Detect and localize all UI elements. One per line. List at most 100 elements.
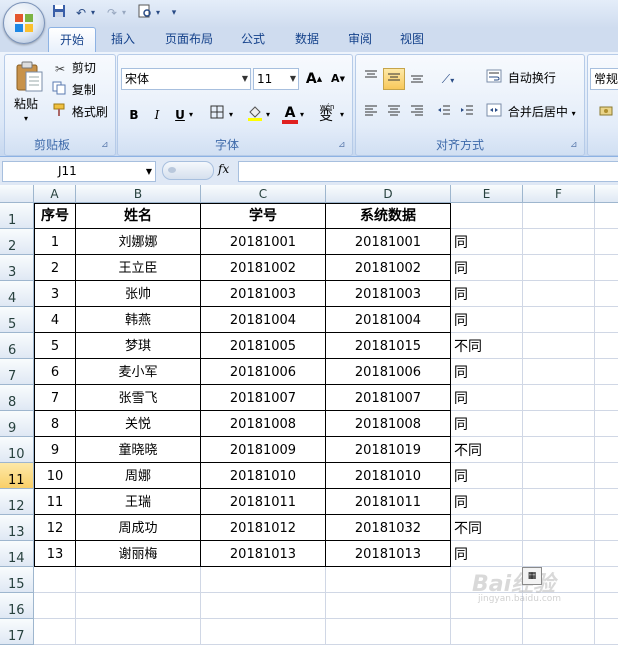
result-cell[interactable]: 同: [451, 281, 523, 307]
result-cell[interactable]: 同: [451, 541, 523, 567]
font-color-button[interactable]: A: [279, 102, 301, 124]
column-header-g[interactable]: [595, 185, 618, 203]
row-header-10[interactable]: 10: [0, 437, 34, 463]
italic-button[interactable]: I: [146, 104, 168, 126]
header-cell[interactable]: 系统数据: [326, 203, 451, 229]
office-button[interactable]: [3, 2, 45, 44]
table-cell[interactable]: 童晓晓: [76, 437, 201, 463]
table-cell[interactable]: 王立臣: [76, 255, 201, 281]
column-header-e[interactable]: E: [451, 185, 523, 203]
select-all-corner[interactable]: [0, 185, 34, 203]
row-header-7[interactable]: 7: [0, 359, 34, 385]
table-cell[interactable]: 刘娜娜: [76, 229, 201, 255]
table-cell[interactable]: 20181006: [201, 359, 326, 385]
cut-button[interactable]: ✂ 剪切: [52, 58, 96, 79]
table-cell[interactable]: 韩燕: [76, 307, 201, 333]
row-header-8[interactable]: 8: [0, 385, 34, 411]
table-cell[interactable]: 20181011: [326, 489, 451, 515]
result-cell[interactable]: 不同: [451, 515, 523, 541]
table-cell[interactable]: 王瑞: [76, 489, 201, 515]
row-header-2[interactable]: 2: [0, 229, 34, 255]
table-cell[interactable]: 20181010: [201, 463, 326, 489]
save-icon[interactable]: [50, 4, 68, 22]
font-color-dropdown-icon[interactable]: ▾: [300, 110, 304, 119]
wrap-text-button[interactable]: 自动换行: [486, 68, 556, 89]
undo-dropdown-icon[interactable]: ▾: [88, 4, 98, 22]
clipboard-launcher-icon[interactable]: ⊿: [101, 140, 109, 150]
row-header-3[interactable]: 3: [0, 255, 34, 281]
table-cell[interactable]: 20181004: [326, 307, 451, 333]
row-header-9[interactable]: 9: [0, 411, 34, 437]
row-header-11[interactable]: 11: [0, 463, 34, 489]
table-cell[interactable]: 12: [34, 515, 76, 541]
column-header-d[interactable]: D: [326, 185, 451, 203]
font-name-combo[interactable]: 宋体 ▼: [121, 68, 251, 90]
table-cell[interactable]: 谢丽梅: [76, 541, 201, 567]
insert-function-button[interactable]: fx: [218, 162, 229, 176]
grow-font-button[interactable]: A▲: [303, 68, 325, 90]
row-header-14[interactable]: 14: [0, 541, 34, 567]
table-cell[interactable]: 20181013: [326, 541, 451, 567]
table-cell[interactable]: 20181002: [201, 255, 326, 281]
customize-icon[interactable]: ▾: [168, 4, 180, 22]
row-header-13[interactable]: 13: [0, 515, 34, 541]
tab-insert[interactable]: 插入: [103, 27, 143, 51]
table-cell[interactable]: 3: [34, 281, 76, 307]
table-cell[interactable]: 梦琪: [76, 333, 201, 359]
table-cell[interactable]: 20181004: [201, 307, 326, 333]
table-cell[interactable]: 20181008: [201, 411, 326, 437]
table-cell[interactable]: 10: [34, 463, 76, 489]
result-cell[interactable]: 同: [451, 255, 523, 281]
column-header-f[interactable]: F: [523, 185, 595, 203]
result-cell[interactable]: 同: [451, 463, 523, 489]
table-cell[interactable]: 5: [34, 333, 76, 359]
print-dropdown-icon[interactable]: ▾: [153, 4, 163, 22]
paste-options-icon[interactable]: ▦: [522, 567, 542, 585]
alignment-launcher-icon[interactable]: ⊿: [570, 140, 578, 150]
table-cell[interactable]: 20181007: [201, 385, 326, 411]
orientation-button[interactable]: ⟋▾: [434, 68, 462, 90]
underline-dropdown-icon[interactable]: ▾: [189, 110, 193, 119]
align-right-button[interactable]: [406, 103, 428, 125]
tab-view[interactable]: 视图: [392, 27, 432, 51]
table-cell[interactable]: 9: [34, 437, 76, 463]
table-cell[interactable]: 20181008: [326, 411, 451, 437]
increase-indent-button[interactable]: [456, 103, 478, 125]
redo-dropdown-icon[interactable]: ▾: [119, 4, 129, 22]
number-format-combo[interactable]: 常规: [590, 68, 618, 90]
result-cell[interactable]: 同: [451, 385, 523, 411]
table-cell[interactable]: 20181012: [201, 515, 326, 541]
result-cell[interactable]: 同: [451, 411, 523, 437]
row-header-1[interactable]: 1: [0, 203, 34, 229]
print-preview-icon[interactable]: [136, 4, 154, 22]
table-cell[interactable]: 20181011: [201, 489, 326, 515]
font-size-combo[interactable]: 11 ▼: [253, 68, 299, 90]
table-cell[interactable]: 关悦: [76, 411, 201, 437]
tab-home[interactable]: 开始: [48, 27, 96, 52]
table-cell[interactable]: 20181001: [201, 229, 326, 255]
tab-formulas[interactable]: 公式: [233, 27, 273, 51]
result-cell[interactable]: 不同: [451, 333, 523, 359]
merge-center-button[interactable]: 合并后居中 ▾: [486, 102, 576, 124]
name-box[interactable]: J11 ▼: [2, 161, 156, 182]
underline-button[interactable]: U: [169, 104, 191, 126]
worksheet-grid[interactable]: A B C D E F 1 2 3 4 5 6 7 8 9 10 11 12 13 14 15 16 17 序号 姓名 学号 系统数…: [0, 185, 618, 645]
row-header-15[interactable]: 15: [0, 567, 34, 593]
result-cell[interactable]: 同: [451, 489, 523, 515]
result-cell[interactable]: 同: [451, 359, 523, 385]
table-cell[interactable]: 8: [34, 411, 76, 437]
table-cell[interactable]: 20181003: [201, 281, 326, 307]
align-center-button[interactable]: [383, 103, 405, 125]
table-cell[interactable]: 20181019: [326, 437, 451, 463]
table-cell[interactable]: 20181032: [326, 515, 451, 541]
table-cell[interactable]: 张帅: [76, 281, 201, 307]
phonetic-button[interactable]: wén 变: [315, 102, 341, 124]
header-cell[interactable]: 序号: [34, 203, 76, 229]
fill-color-dropdown-icon[interactable]: ▾: [266, 110, 270, 119]
table-cell[interactable]: 20181013: [201, 541, 326, 567]
table-cell[interactable]: 20181006: [326, 359, 451, 385]
table-cell[interactable]: 20181007: [326, 385, 451, 411]
borders-button[interactable]: [206, 104, 228, 126]
table-cell[interactable]: 20181003: [326, 281, 451, 307]
header-cell[interactable]: 学号: [201, 203, 326, 229]
